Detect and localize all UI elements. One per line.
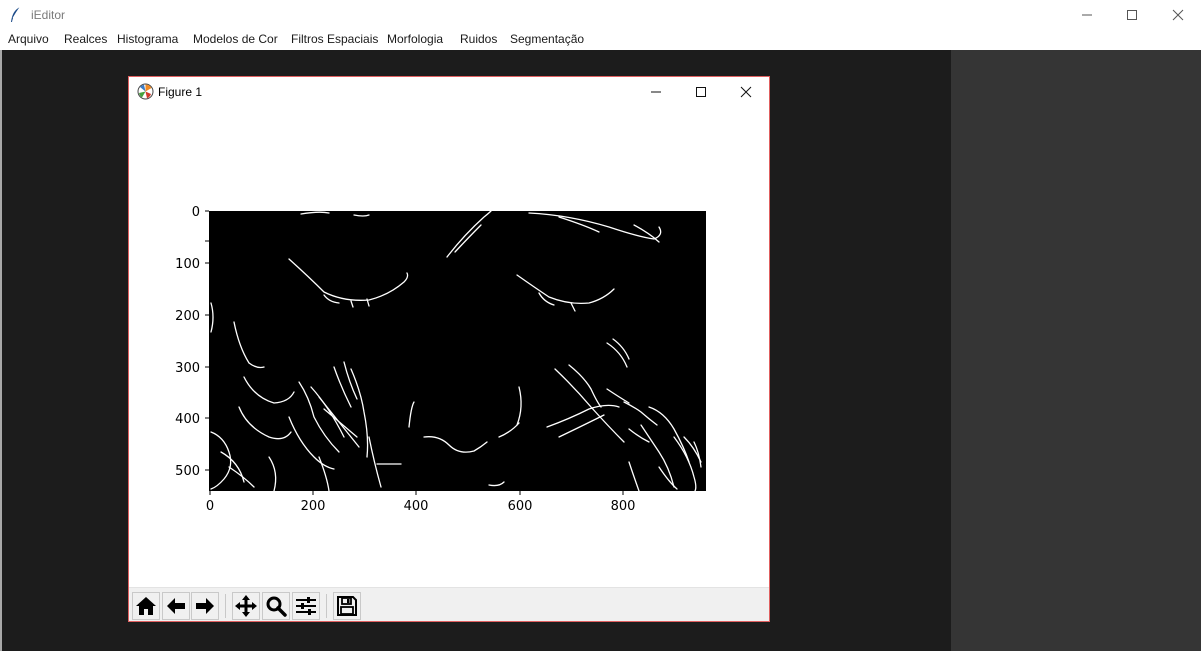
side-panel [951, 50, 1201, 651]
maximize-icon [696, 87, 706, 97]
app-title: iEditor [31, 8, 66, 22]
figure-close-button[interactable] [723, 77, 769, 107]
toolbar-separator [225, 594, 226, 618]
figure-title: Figure 1 [158, 85, 203, 99]
home-icon [136, 597, 156, 615]
left-edge-divider [0, 50, 2, 651]
save-button[interactable] [333, 592, 361, 620]
figure-toolbar [129, 587, 769, 621]
y-tick-label: 400 [175, 412, 200, 427]
matplotlib-logo-icon [137, 83, 154, 100]
close-button[interactable] [1155, 0, 1201, 30]
maximize-button[interactable] [1109, 0, 1155, 30]
x-tick-label: 400 [404, 499, 429, 514]
home-button[interactable] [132, 592, 160, 620]
x-tick-label: 0 [206, 499, 214, 514]
figure-titlebar: Figure 1 [129, 77, 769, 107]
x-axis: 0 200 400 600 800 [206, 491, 636, 514]
menu-modelos-de-cor[interactable]: Modelos de Cor [193, 32, 278, 46]
menu-morfologia[interactable]: Morfologia [387, 32, 443, 46]
close-icon [740, 86, 752, 98]
configure-subplots-icon [296, 597, 316, 615]
app-titlebar: iEditor [0, 0, 1201, 30]
minimize-icon [651, 91, 661, 93]
zoom-icon [266, 596, 287, 617]
configure-subplots-button[interactable] [292, 592, 320, 620]
y-tick-label: 200 [175, 309, 200, 324]
y-tick-label: 100 [175, 257, 200, 272]
x-tick-label: 200 [301, 499, 326, 514]
menubar: Arquivo Realces Histograma Modelos de Co… [0, 30, 1201, 50]
save-icon [337, 596, 357, 616]
y-tick-label: 500 [175, 464, 200, 479]
figure-maximize-button[interactable] [678, 77, 724, 107]
y-tick-label: 300 [175, 361, 200, 376]
zoom-button[interactable] [262, 592, 290, 620]
menu-ruidos[interactable]: Ruidos [460, 32, 497, 46]
edge-image [209, 211, 706, 491]
menu-histograma[interactable]: Histograma [117, 32, 178, 46]
plot-area[interactable]: 0 100 200 300 400 500 0 200 400 600 800 [129, 107, 769, 587]
y-axis: 0 100 200 300 400 500 [175, 205, 209, 479]
back-button[interactable] [162, 592, 190, 620]
minimize-button[interactable] [1064, 0, 1110, 30]
minimize-icon [1082, 14, 1092, 16]
figure-window: Figure 1 0 100 200 300 400 500 0 200 400… [128, 76, 770, 622]
y-tick-label: 0 [192, 205, 200, 220]
close-icon [1172, 9, 1184, 21]
menu-realces[interactable]: Realces [64, 32, 107, 46]
toolbar-separator [326, 594, 327, 618]
menu-segmentacao[interactable]: Segmentação [510, 32, 584, 46]
forward-button[interactable] [191, 592, 219, 620]
pan-button[interactable] [232, 592, 260, 620]
back-icon [167, 598, 185, 614]
menu-filtros-espaciais[interactable]: Filtros Espaciais [291, 32, 378, 46]
menu-arquivo[interactable]: Arquivo [8, 32, 49, 46]
maximize-icon [1127, 10, 1137, 20]
figure-minimize-button[interactable] [633, 77, 679, 107]
plot-canvas: 0 100 200 300 400 500 0 200 400 600 800 [175, 205, 706, 514]
x-tick-label: 800 [611, 499, 636, 514]
pan-icon [235, 595, 257, 617]
forward-icon [196, 598, 214, 614]
feather-icon [11, 6, 21, 22]
x-tick-label: 600 [508, 499, 533, 514]
